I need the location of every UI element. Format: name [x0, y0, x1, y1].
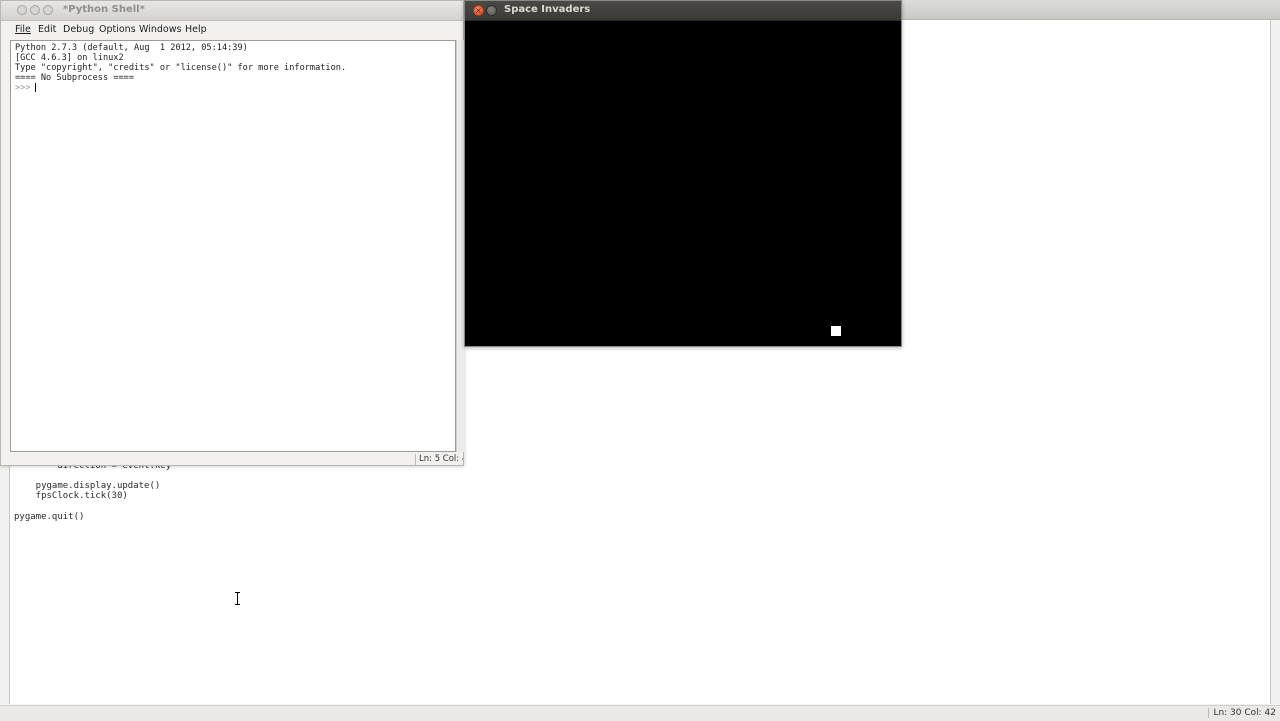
minimize-icon[interactable]	[486, 5, 497, 16]
shell-line: Type "copyright", "credits" or "license(…	[15, 63, 347, 73]
game-canvas[interactable]	[465, 21, 901, 346]
ibeam-cursor-icon	[234, 592, 242, 605]
code-line: pygame.display.update()	[14, 481, 161, 491]
player-ship	[831, 326, 841, 336]
menu-help[interactable]: Help	[185, 24, 207, 35]
game-title: Space Invaders	[504, 4, 591, 15]
menu-debug-label: Debug	[63, 24, 95, 35]
shell-line-col: Ln: 5 Col: 4	[415, 454, 463, 465]
minimize-icon[interactable]	[30, 5, 40, 15]
menu-edit[interactable]: Edit	[38, 24, 56, 35]
menu-edit-label: Edit	[38, 24, 57, 35]
maximize-icon[interactable]	[43, 5, 53, 15]
menu-file-label: File	[15, 24, 31, 35]
editor-status-bar: Ln: 30 Col: 42	[0, 705, 1280, 721]
code-line: fpsClock.tick(30)	[14, 491, 128, 501]
close-icon[interactable]: ×	[473, 5, 484, 16]
space-invaders-window: × Space Invaders	[464, 0, 902, 347]
menu-options[interactable]: Options	[99, 24, 136, 35]
menu-windows-label: Windows	[139, 24, 182, 35]
shell-line: [GCC 4.6.3] on linux2	[15, 53, 124, 63]
shell-titlebar[interactable]: *Python Shell*	[1, 1, 463, 21]
shell-line: Python 2.7.3 (default, Aug 1 2012, 05:14…	[15, 43, 248, 53]
menu-debug[interactable]: Debug	[63, 24, 94, 35]
text-cursor	[35, 83, 36, 92]
shell-menubar: File Edit Debug Options Windows Help	[1, 21, 463, 38]
code-line: pygame.quit()	[14, 512, 85, 522]
game-titlebar[interactable]: × Space Invaders	[465, 1, 901, 21]
shell-prompt: >>>	[15, 83, 36, 93]
menu-help-label: Help	[185, 24, 207, 35]
shell-line: ==== No Subprocess ====	[15, 73, 134, 83]
menu-windows[interactable]: Windows	[139, 24, 181, 35]
shell-text-area[interactable]: Python 2.7.3 (default, Aug 1 2012, 05:14…	[10, 40, 456, 452]
close-icon[interactable]	[17, 5, 27, 15]
editor-line-col: Ln: 30 Col: 42	[1208, 708, 1276, 718]
python-shell-window: *Python Shell* File Edit Debug Options W…	[0, 0, 465, 466]
shell-title: *Python Shell*	[63, 4, 145, 15]
menu-options-label: Options	[99, 24, 136, 35]
menu-file[interactable]: File	[15, 24, 31, 35]
